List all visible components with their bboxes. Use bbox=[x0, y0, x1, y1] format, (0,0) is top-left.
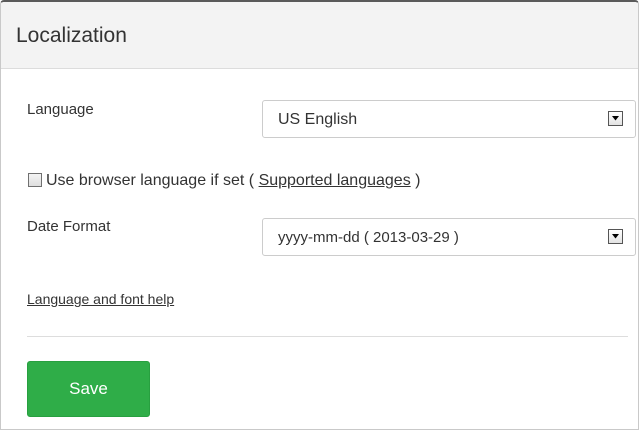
divider bbox=[27, 336, 628, 337]
chevron-down-icon[interactable] bbox=[608, 229, 623, 244]
date-format-select-value: yyyy-mm-dd ( 2013-03-29 ) bbox=[278, 229, 459, 246]
date-format-select[interactable]: yyyy-mm-dd ( 2013-03-29 ) bbox=[262, 218, 636, 256]
panel-header: Localization bbox=[1, 2, 638, 69]
language-font-help-link[interactable]: Language and font help bbox=[27, 291, 174, 307]
panel-title: Localization bbox=[16, 24, 127, 47]
language-select-value: US English bbox=[278, 111, 358, 128]
browser-language-label-suffix: ) bbox=[415, 172, 421, 189]
language-select[interactable]: US English bbox=[262, 100, 636, 138]
supported-languages-link[interactable]: Supported languages bbox=[259, 172, 411, 189]
save-button[interactable]: Save bbox=[27, 361, 150, 417]
browser-language-checkbox[interactable] bbox=[28, 173, 42, 187]
chevron-down-icon[interactable] bbox=[608, 111, 623, 126]
browser-language-label-prefix: Use browser language if set ( bbox=[46, 172, 255, 189]
browser-language-option: Use browser language if set ( Supported … bbox=[28, 171, 420, 191]
language-label: Language bbox=[27, 101, 94, 118]
date-format-label: Date Format bbox=[27, 218, 111, 235]
